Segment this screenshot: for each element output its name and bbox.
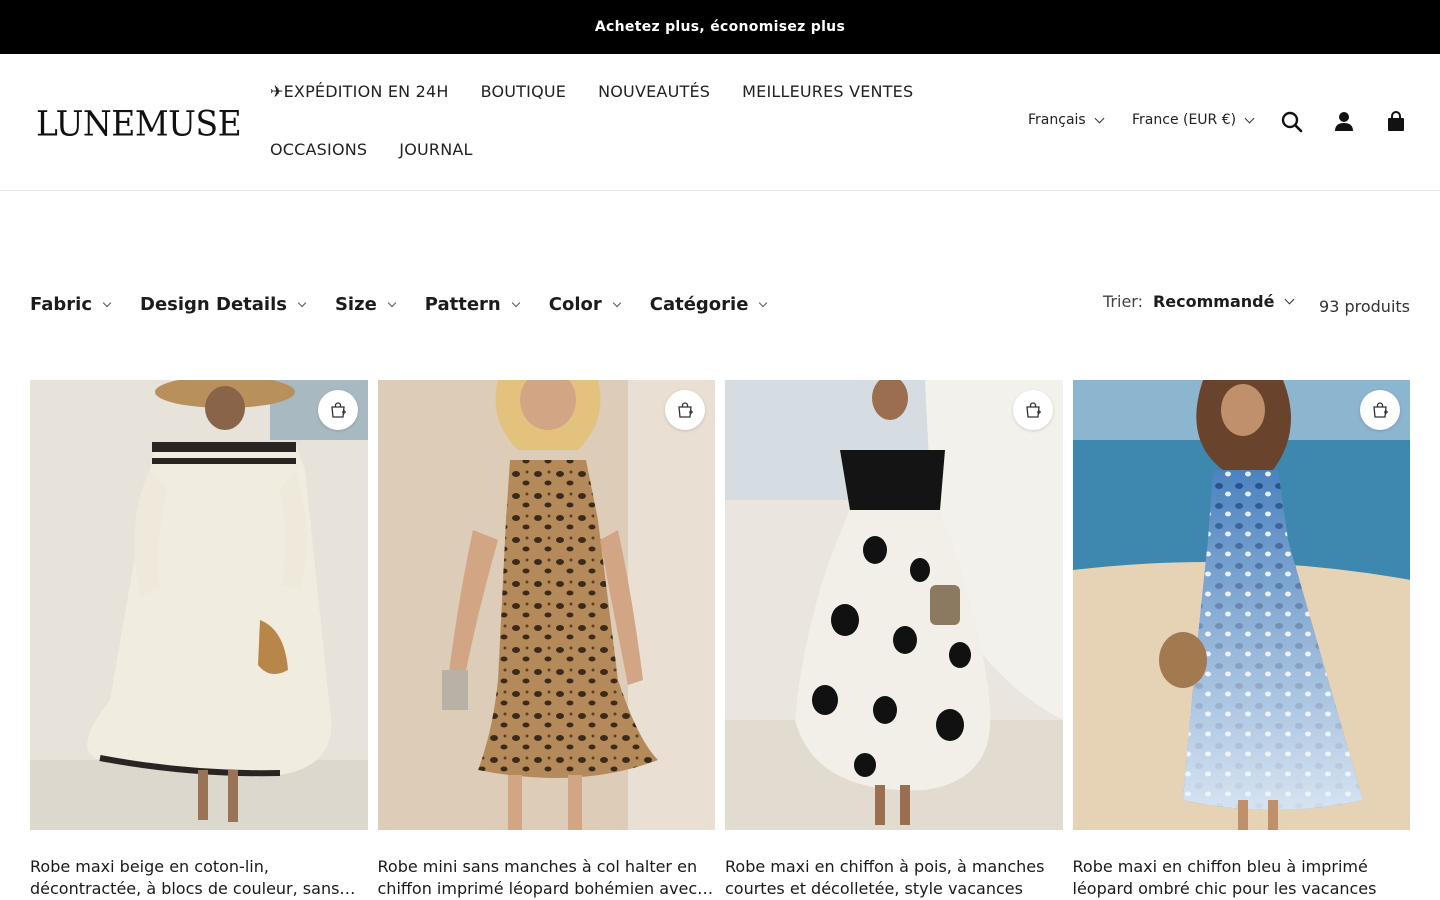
product-card: Robe maxi beige en coton-lin, décontract… [30, 380, 368, 900]
product-image[interactable] [30, 380, 368, 830]
chevron-down-icon [1094, 113, 1105, 123]
filter-label: Size [334, 294, 377, 315]
chevron-down-icon [1244, 113, 1255, 123]
sort-label: Trier: [1103, 292, 1143, 311]
nav-link-best-sellers[interactable]: MEILLEURES VENTES [742, 82, 913, 101]
nav-link-occasions[interactable]: OCCASIONS [270, 140, 367, 159]
filter-design-details[interactable]: Design Details [140, 294, 307, 315]
search-icon[interactable] [1280, 110, 1304, 134]
product-title[interactable]: Robe maxi en chiffon à pois, à manches c… [725, 856, 1063, 900]
quick-add-button[interactable] [1360, 390, 1400, 430]
cart-icon[interactable] [1384, 110, 1408, 134]
chevron-down-icon [759, 298, 768, 307]
filter-label: Design Details [140, 294, 287, 315]
chevron-down-icon [612, 298, 621, 307]
main-nav-row-2: OCCASIONS JOURNAL [270, 140, 505, 159]
sort-control: Trier: Recommandé [1103, 292, 1295, 311]
product-image[interactable] [1072, 380, 1410, 830]
chevron-down-icon [102, 298, 112, 307]
cart-add-icon [330, 402, 346, 418]
filter-bar: Fabric Design Details Size Pattern Color… [30, 294, 796, 315]
chevron-down-icon [387, 298, 397, 307]
product-card: Robe maxi en chiffon bleu à imprimé léop… [1072, 380, 1411, 900]
cart-add-icon [1025, 402, 1041, 418]
main-nav-row-1: ✈EXPÉDITION EN 24H BOUTIQUE NOUVEAUTÉS M… [270, 82, 945, 101]
product-photo-dress-blue-leopard [1072, 380, 1410, 830]
announcement-bar: Achetez plus, économisez plus [0, 0, 1440, 54]
cart-add-icon [1373, 402, 1388, 418]
filter-label: Catégorie [649, 294, 749, 315]
filter-label: Fabric [30, 294, 92, 315]
product-photo-dress-polka-dot [725, 380, 1063, 830]
product-image[interactable] [725, 380, 1063, 830]
filter-color[interactable]: Color [548, 294, 621, 315]
product-card: Robe mini sans manches à col halter en c… [377, 380, 716, 900]
product-count: 93 produits [1319, 297, 1410, 316]
quick-add-button[interactable] [665, 390, 705, 430]
product-title[interactable]: Robe maxi beige en coton-lin, décontract… [30, 856, 368, 900]
filter-fabric[interactable]: Fabric [30, 294, 112, 315]
quick-add-button[interactable] [317, 390, 358, 430]
language-label: Français [1028, 112, 1086, 128]
language-selector[interactable]: Français [1028, 112, 1105, 128]
nav-link-journal[interactable]: JOURNAL [399, 140, 472, 159]
sort-select[interactable]: Recommandé [1153, 292, 1274, 311]
nav-link-boutique[interactable]: BOUTIQUE [481, 82, 567, 101]
country-selector[interactable]: France (EUR €) [1132, 112, 1255, 128]
filter-category[interactable]: Catégorie [649, 294, 768, 315]
quick-add-button[interactable] [1012, 390, 1053, 430]
cart-add-icon [678, 402, 693, 418]
product-photo-dress-beige [30, 380, 368, 830]
account-icon[interactable] [1332, 110, 1356, 134]
country-label: France (EUR €) [1132, 112, 1237, 128]
chevron-down-icon [511, 298, 520, 307]
product-title[interactable]: Robe mini sans manches à col halter en c… [378, 856, 716, 900]
announcement-text: Achetez plus, économisez plus [594, 19, 846, 35]
chevron-down-icon [297, 298, 307, 307]
product-photo-dress-leopard [377, 380, 715, 830]
chevron-down-icon[interactable] [1285, 294, 1295, 305]
nav-link-shipping-24h[interactable]: ✈EXPÉDITION EN 24H [270, 82, 449, 101]
nav-link-new-arrivals[interactable]: NOUVEAUTÉS [598, 82, 710, 101]
product-grid: Robe maxi beige en coton-lin, décontract… [30, 380, 1410, 900]
filter-label: Pattern [424, 294, 501, 315]
brand-logo[interactable]: LUNEMUSE [36, 103, 242, 144]
product-image[interactable] [377, 380, 715, 830]
filter-size[interactable]: Size [334, 294, 397, 315]
product-card: Robe maxi en chiffon à pois, à manches c… [725, 380, 1063, 900]
filter-label: Color [548, 294, 602, 315]
site-header: LUNEMUSE ✈EXPÉDITION EN 24H BOUTIQUE NOU… [0, 54, 1440, 191]
filter-pattern[interactable]: Pattern [424, 294, 520, 315]
product-title[interactable]: Robe maxi en chiffon bleu à imprimé léop… [1073, 856, 1411, 900]
